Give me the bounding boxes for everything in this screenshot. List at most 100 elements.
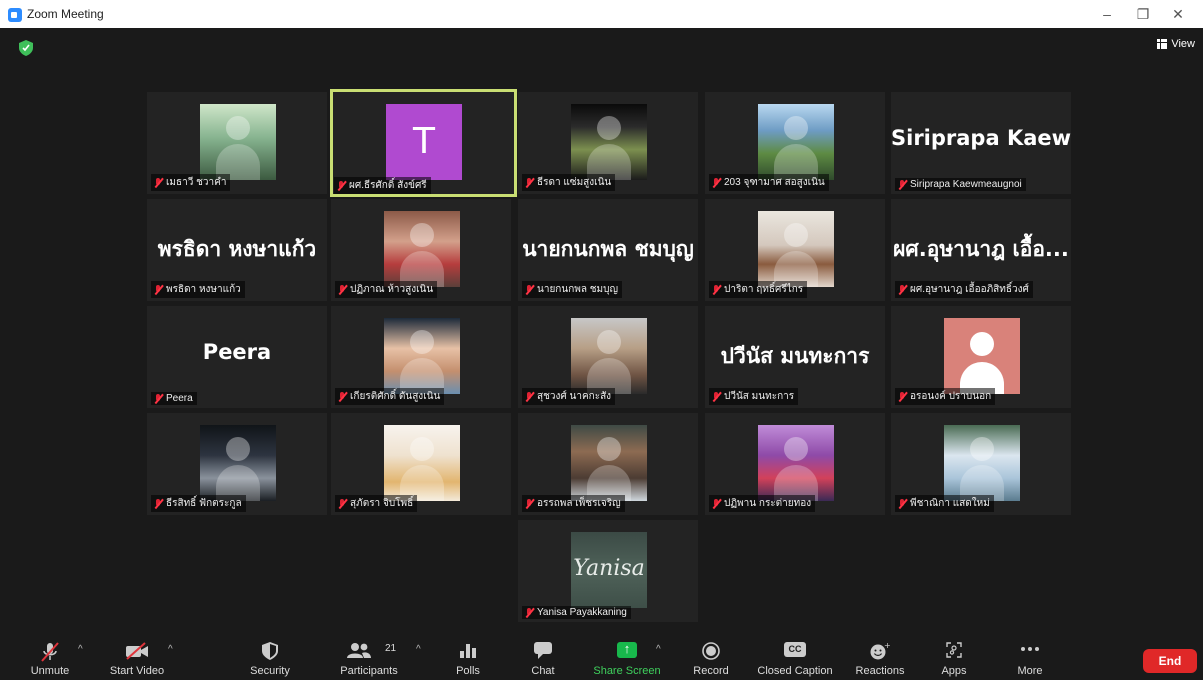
restore-button[interactable]: ❐ [1133, 4, 1153, 24]
apps-button[interactable]: Apps [932, 636, 976, 680]
signature-logo: Yanisa [573, 556, 645, 581]
participant-tile[interactable]: ธีรดา แซ่มสูงเนิน [518, 92, 698, 194]
profile-picture: Yanisa [571, 532, 647, 608]
closed-caption-button[interactable]: CC Closed Caption [752, 636, 838, 680]
participant-tile[interactable]: ปฏิพาน กระต่ายทอง [705, 413, 885, 515]
participant-tile[interactable]: สุภัตรา จิบโพธิ์ [331, 413, 511, 515]
view-button[interactable]: View [1157, 38, 1195, 50]
participant-name-label: พรธิดา หงษาแก้ว [151, 281, 245, 298]
polls-button[interactable]: Polls [446, 636, 490, 680]
participant-tile[interactable]: เกียรติศักดิ์ ตันสูงเนิน [331, 306, 511, 408]
apps-label: Apps [941, 665, 967, 677]
participants-label: Participants [340, 665, 398, 677]
audio-options-caret[interactable]: ^ [78, 644, 83, 655]
start-video-button[interactable]: Start Video [102, 636, 172, 680]
mic-muted-icon [711, 391, 721, 402]
mic-muted-icon [153, 393, 163, 404]
participant-display-name: Siriprapa Kaew... [891, 126, 1071, 150]
mic-muted-icon [897, 391, 907, 402]
chat-button[interactable]: Chat [521, 636, 565, 680]
participant-tile[interactable]: พรธิดา หงษาแก้ว พรธิดา หงษาแก้ว [147, 199, 327, 301]
meeting-area: View เมธาวี ชวาคำ T ผศ.ธีรศักดิ์ สังข์ศรีธ… [0, 28, 1203, 636]
participant-name: ปฏิพาน กระต่ายทอง [724, 498, 812, 509]
participant-tile[interactable]: Siriprapa Kaew... Siriprapa Kaewmeaugnoi [891, 92, 1071, 194]
participant-name-label: อรรถพล เพ็ชรเจริญ [522, 495, 625, 512]
share-options-caret[interactable]: ^ [656, 644, 661, 655]
participant-name-label: Yanisa Payakkaning [522, 606, 631, 619]
participant-name: เมธาวี ชวาคำ [166, 177, 227, 188]
participant-tile[interactable]: ปฏิภาณ ห้าวสูงเนิน [331, 199, 511, 301]
zoom-app-icon [8, 8, 22, 22]
more-button[interactable]: More [1008, 636, 1052, 680]
mic-muted-icon [524, 177, 534, 188]
participant-name: ปาริตา ฤทธิ์ศรีไกร [724, 284, 804, 295]
participant-name-label: ผศ.อุษานาฎ เอื้ออภิสิทธิ์วงศ์ [895, 281, 1033, 298]
closed-caption-icon: CC [784, 642, 806, 657]
mic-muted-icon [337, 498, 347, 509]
record-button[interactable]: Record [686, 636, 736, 680]
participant-tile[interactable]: Peera Peera [147, 306, 327, 408]
participant-name-label: นายกนกพล ชมบุญ [522, 281, 623, 298]
chat-icon [534, 642, 552, 659]
participant-name: Siriprapa Kaewmeaugnoi [910, 179, 1022, 190]
participant-display-name: Peera [202, 340, 272, 364]
participant-name: พรธิดา หงษาแก้ว [166, 284, 241, 295]
profile-picture [758, 104, 834, 180]
mic-muted-icon [711, 284, 721, 295]
participant-name: สุชวงศ์ นาคกะสัง [537, 391, 612, 402]
participant-name-label: สุชวงศ์ นาคกะสัง [522, 388, 616, 405]
meeting-toolbar: Unmute ^ Start Video ^ Security 21 Parti… [0, 636, 1203, 680]
reactions-button[interactable]: + Reactions [850, 636, 910, 680]
participant-tile[interactable]: สุชวงศ์ นาคกะสัง [518, 306, 698, 408]
closed-caption-label: Closed Caption [757, 665, 833, 677]
participant-name: Yanisa Payakkaning [537, 607, 627, 618]
participant-tile[interactable]: อรรถพล เพ็ชรเจริญ [518, 413, 698, 515]
participant-tile[interactable]: นายกนกพล ชมบุญ นายกนกพล ชมบุญ [518, 199, 698, 301]
mic-muted-icon [153, 284, 163, 295]
default-avatar-icon [944, 318, 1020, 394]
mic-muted-icon [337, 284, 347, 295]
record-icon [702, 642, 720, 660]
participant-tile[interactable]: T ผศ.ธีรศักดิ์ สังข์ศรี [330, 89, 517, 197]
unmute-button[interactable]: Unmute [20, 636, 80, 680]
close-button[interactable]: ✕ [1168, 4, 1188, 24]
participant-tile[interactable]: ปาริตา ฤทธิ์ศรีไกร [705, 199, 885, 301]
mic-muted-icon [524, 607, 534, 618]
participant-name-label: ปวีนัส มนทะการ [709, 388, 799, 405]
mic-muted-icon [897, 284, 907, 295]
minimize-button[interactable]: – [1097, 4, 1117, 24]
participant-tile[interactable]: 203 จุฑามาศ สอสูงเนิน [705, 92, 885, 194]
mic-muted-icon [524, 284, 534, 295]
avatar: T [386, 104, 462, 180]
shield-icon[interactable] [19, 40, 33, 56]
participant-tile[interactable]: ธีรสิทธิ์ ฟักตระกูล [147, 413, 327, 515]
participant-name: สุภัตรา จิบโพธิ์ [350, 498, 414, 509]
participant-name: เกียรติศักดิ์ ตันสูงเนิน [350, 391, 441, 402]
share-screen-label: Share Screen [593, 665, 661, 677]
participant-name: ธีรดา แซ่มสูงเนิน [537, 177, 612, 188]
apps-icon [946, 642, 962, 658]
participant-name-label: 203 จุฑามาศ สอสูงเนิน [709, 174, 829, 191]
end-meeting-button[interactable]: End [1143, 649, 1197, 673]
participant-name-label: ผศ.ธีรศักดิ์ สังข์ศรี [334, 177, 431, 194]
profile-picture [200, 104, 276, 180]
participant-name-label: ธีรดา แซ่มสูงเนิน [522, 174, 616, 191]
mic-muted-icon [336, 180, 346, 191]
svg-text:+: + [884, 642, 890, 650]
video-options-caret[interactable]: ^ [168, 644, 173, 655]
participant-tile[interactable]: ปวีนัส มนทะการ ปวีนัส มนทะการ [705, 306, 885, 408]
participant-name: อรรถพล เพ็ชรเจริญ [537, 498, 621, 509]
participant-tile[interactable]: ผศ.อุษานาฎ เอื้อ... ผศ.อุษานาฎ เอื้ออภิสิ… [891, 199, 1071, 301]
profile-picture [571, 318, 647, 394]
participant-tile[interactable]: พีชาณิกา แสดใหม่ [891, 413, 1071, 515]
participants-options-caret[interactable]: ^ [416, 644, 421, 655]
participant-tile[interactable]: อรอนงค์ ปราบนอก [891, 306, 1071, 408]
view-label: View [1171, 38, 1195, 50]
mic-muted-icon [711, 177, 721, 188]
participant-tile[interactable]: Yanisa Yanisa Payakkaning [518, 520, 698, 622]
participant-name: ปฏิภาณ ห้าวสูงเนิน [350, 284, 434, 295]
participants-button[interactable]: 21 Participants [333, 636, 405, 680]
security-button[interactable]: Security [240, 636, 300, 680]
share-screen-button[interactable]: Share Screen [588, 636, 666, 680]
participant-tile[interactable]: เมธาวี ชวาคำ [147, 92, 327, 194]
